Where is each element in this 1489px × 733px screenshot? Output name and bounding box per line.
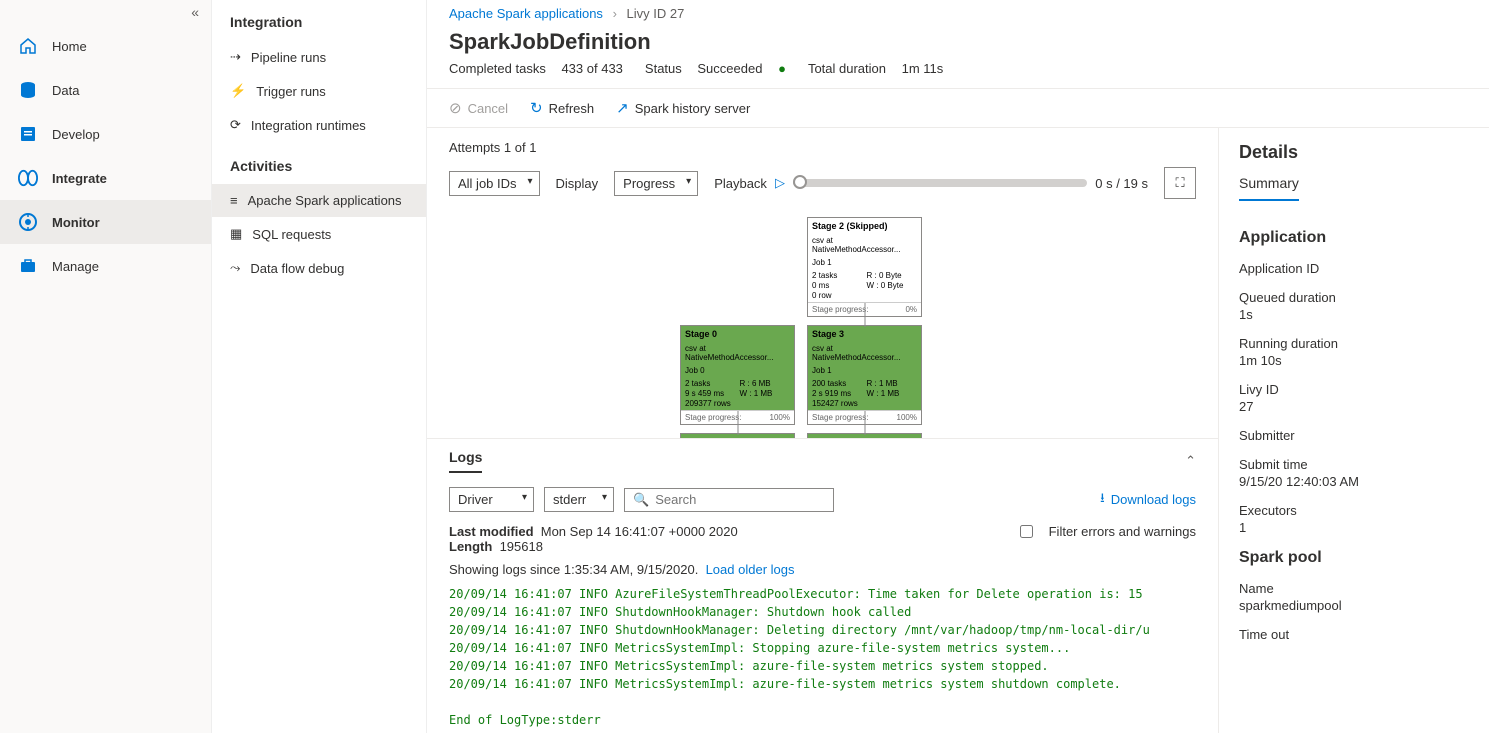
stage-2[interactable]: Stage 2 (Skipped) csv at NativeMethodAcc… [807,217,922,317]
runtime-icon: ⟳ [230,117,241,133]
history-server-button[interactable]: ↗Spark history server [616,99,750,117]
search-icon: 🔍 [633,492,649,508]
nav-item-manage[interactable]: Manage [0,244,211,288]
primary-nav: « Home Data Develop Integrate Monitor Ma… [0,0,212,733]
log-source-select[interactable]: Driver [449,487,534,512]
nav-label: Develop [52,127,100,142]
trigger-icon: ⚡ [230,83,246,99]
sub-nav: Integration ⇢Pipeline runs ⚡Trigger runs… [212,0,427,733]
nav-collapse-button[interactable]: « [0,0,211,24]
manage-icon [18,256,38,276]
nav-label: Data [52,83,79,98]
stage-0[interactable]: Stage 0 csv at NativeMethodAccessor... J… [680,325,795,425]
home-icon [18,36,38,56]
success-icon: ● [778,61,786,76]
refresh-button[interactable]: ↻Refresh [530,99,594,117]
page-header: SparkJobDefinition Completed tasks 433 o… [427,27,1489,88]
breadcrumb-current: Livy ID 27 [627,6,685,21]
subnav-heading-integration: Integration [212,8,426,40]
cancel-button: ⊘Cancel [449,99,508,117]
collapse-logs-icon[interactable]: ⌃ [1185,453,1196,469]
pipeline-icon: ⇢ [230,49,241,65]
monitor-icon [18,212,38,232]
logs-panel: Logs ⌃ Driver stderr 🔍 ⭳Download log [427,438,1218,733]
cancel-icon: ⊘ [449,99,462,117]
jobid-select[interactable]: All job IDs [449,171,540,196]
details-title: Details [1239,142,1469,163]
details-panel: Details Summary Application Application … [1219,128,1489,733]
display-select[interactable]: Progress [614,171,698,196]
nav-item-develop[interactable]: Develop [0,112,211,156]
integrate-icon [18,168,38,188]
nav-item-monitor[interactable]: Monitor [0,200,211,244]
nav-item-home[interactable]: Home [0,24,211,68]
stage-3[interactable]: Stage 3 csv at NativeMethodAccessor... J… [807,325,922,425]
refresh-icon: ↻ [530,99,543,117]
download-logs-button[interactable]: ⭳Download logs [1100,489,1196,511]
develop-icon [18,124,38,144]
fullscreen-button[interactable]: ⛶ [1164,167,1196,199]
nav-label: Monitor [52,215,100,230]
log-stream-select[interactable]: stderr [544,487,614,512]
subnav-sql-requests[interactable]: ▦SQL requests [212,217,426,251]
nav-item-data[interactable]: Data [0,68,211,112]
subnav-spark-applications[interactable]: ≡Apache Spark applications [212,184,426,217]
page-title: SparkJobDefinition [449,29,1467,55]
play-icon[interactable]: ▷ [775,175,785,191]
filter-errors-checkbox[interactable]: Filter errors and warnings [1020,524,1196,539]
sql-icon: ▦ [230,226,242,242]
database-icon [18,80,38,100]
nav-label: Integrate [52,171,107,186]
summary-tab[interactable]: Summary [1239,175,1299,201]
load-older-logs-link[interactable]: Load older logs [706,562,795,577]
log-output: 20/09/14 16:41:07 INFO AzureFileSystemTh… [427,581,1218,733]
subnav-data-flow-debug[interactable]: ⤳Data flow debug [212,251,426,285]
subnav-pipeline-runs[interactable]: ⇢Pipeline runs [212,40,426,74]
spark-icon: ≡ [230,193,238,208]
spark-pool-heading: Spark pool [1239,549,1469,567]
subnav-integration-runtimes[interactable]: ⟳Integration runtimes [212,108,426,142]
playback-slider[interactable] [793,179,1087,187]
download-icon: ⭳ [1100,489,1105,511]
dag-graph[interactable]: Stage 2 (Skipped) csv at NativeMethodAcc… [427,211,1218,438]
subnav-trigger-runs[interactable]: ⚡Trigger runs [212,74,426,108]
toolbar: ⊘Cancel ↻Refresh ↗Spark history server [427,88,1489,128]
application-heading: Application [1239,229,1469,247]
debug-icon: ⤳ [230,260,240,276]
subnav-heading-activities: Activities [212,152,426,184]
log-search-input[interactable]: 🔍 [624,488,834,512]
breadcrumb: Apache Spark applications › Livy ID 27 [427,0,1489,27]
logs-tab[interactable]: Logs [449,449,482,473]
nav-item-integrate[interactable]: Integrate [0,156,211,200]
breadcrumb-parent[interactable]: Apache Spark applications [449,6,603,21]
attempts-label: Attempts 1 of 1 [449,140,536,155]
nav-label: Home [52,39,87,54]
nav-label: Manage [52,259,99,274]
external-link-icon: ↗ [616,99,629,117]
